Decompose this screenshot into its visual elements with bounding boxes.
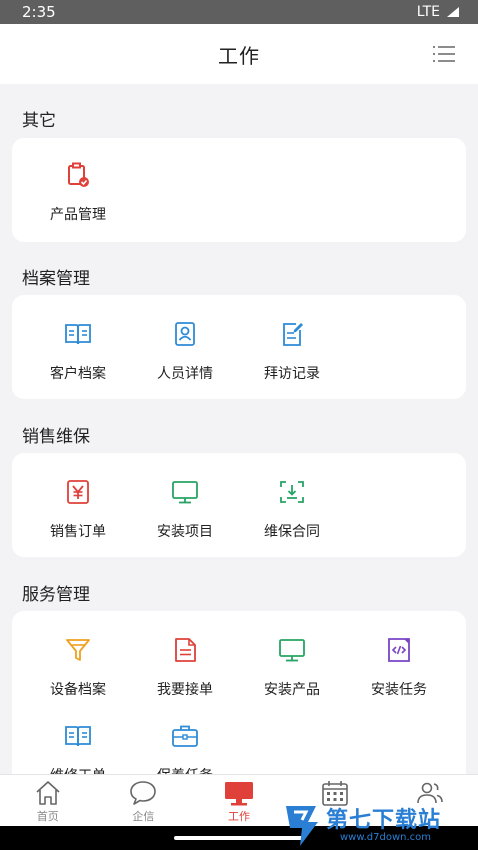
item-label: 维保合同 — [264, 524, 320, 540]
section-title-sales: 销售维保 — [22, 427, 90, 447]
card-other: 产品管理 — [12, 138, 466, 242]
list-menu-icon[interactable] — [432, 44, 456, 64]
signal-icon — [447, 7, 459, 17]
clipboard-check-icon — [68, 162, 89, 187]
monitor-icon — [224, 782, 253, 806]
book-icon — [65, 726, 91, 747]
item-customer-archive[interactable]: 客户档案 — [25, 319, 131, 399]
item-maintenance-task[interactable]: 保养任务 — [132, 721, 238, 774]
watermark: 第七下载站 www.d7down.com — [282, 800, 478, 850]
person-card-icon — [175, 322, 195, 346]
item-label: 安装任务 — [371, 682, 427, 698]
work-content: 其它 产品管理 档案管理 客户档案 人员详情 拜访记录 销售维保 销售订单 安装… — [0, 84, 478, 774]
item-label: 产品管理 — [50, 207, 106, 223]
item-install-task[interactable]: 安装任务 — [346, 635, 452, 715]
status-time: 2:35 — [22, 3, 56, 21]
item-product-management[interactable]: 产品管理 — [25, 160, 131, 240]
tab-messages[interactable]: 企信 — [96, 775, 192, 826]
chat-icon — [130, 781, 157, 805]
tab-label: 工作 — [227, 810, 250, 823]
watermark-url: www.d7down.com — [340, 832, 432, 843]
item-label: 销售订单 — [50, 524, 106, 540]
tab-label: 首页 — [36, 810, 59, 823]
item-label: 我要接单 — [157, 682, 213, 698]
item-sales-order[interactable]: 销售订单 — [25, 477, 131, 557]
watermark-logo-icon — [286, 806, 318, 846]
status-network: LTE — [416, 4, 440, 20]
card-sales: 销售订单 安装项目 维保合同 — [12, 453, 466, 557]
item-staff-details[interactable]: 人员详情 — [132, 319, 238, 399]
code-file-icon — [388, 638, 410, 662]
page-title: 工作 — [218, 43, 260, 68]
app-header: 工作 — [0, 24, 478, 84]
section-title-archives: 档案管理 — [22, 269, 90, 289]
item-label: 安装项目 — [157, 524, 213, 540]
tab-label: 企信 — [132, 810, 155, 823]
item-visit-record[interactable]: 拜访记录 — [239, 319, 345, 399]
monitor-icon — [279, 639, 305, 662]
item-label: 拜访记录 — [264, 366, 320, 382]
item-maintenance-contract[interactable]: 维保合同 — [239, 477, 345, 557]
yen-icon — [67, 480, 89, 504]
book-icon — [65, 324, 91, 345]
item-equipment-archive[interactable]: 设备档案 — [25, 635, 131, 715]
item-label: 人员详情 — [157, 366, 213, 382]
monitor-icon — [172, 481, 198, 504]
item-label: 维修工单 — [50, 765, 106, 774]
item-install-project[interactable]: 安装项目 — [132, 477, 238, 557]
section-title-other: 其它 — [22, 111, 56, 131]
home-icon — [36, 781, 60, 805]
item-label: 客户档案 — [50, 366, 106, 382]
item-label: 设备档案 — [50, 682, 106, 698]
item-label: 安装产品 — [264, 682, 320, 698]
funnel-icon — [66, 639, 90, 661]
item-accept-order[interactable]: 我要接单 — [132, 635, 238, 715]
card-service: 设备档案 我要接单 安装产品 安装任务 — [12, 611, 466, 774]
tab-home[interactable]: 首页 — [0, 775, 96, 826]
scan-download-icon — [280, 481, 304, 503]
briefcase-icon — [172, 725, 198, 747]
document-icon — [175, 638, 196, 662]
edit-note-icon — [283, 323, 303, 346]
status-bar: 2:35 LTE — [0, 0, 478, 24]
tab-work[interactable]: 工作 — [191, 775, 287, 826]
section-title-service: 服务管理 — [22, 585, 90, 605]
card-archives: 客户档案 人员详情 拜访记录 — [12, 295, 466, 399]
item-install-product[interactable]: 安装产品 — [239, 635, 345, 715]
watermark-text: 第七下载站 — [326, 808, 442, 833]
item-repair-order[interactable]: 维修工单 — [25, 721, 131, 774]
item-label: 保养任务 — [157, 765, 213, 774]
